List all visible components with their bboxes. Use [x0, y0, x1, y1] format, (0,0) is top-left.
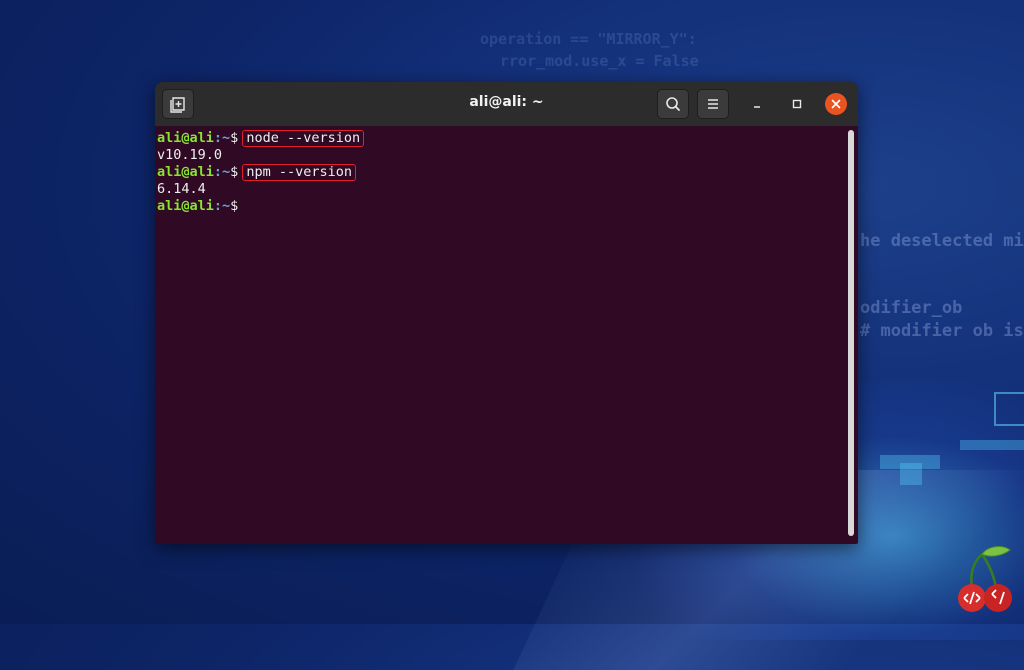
prompt-symbol: $	[230, 198, 239, 214]
prompt-user: ali@ali	[157, 198, 214, 214]
prompt-path: :~	[213, 130, 231, 146]
close-button[interactable]	[825, 93, 847, 115]
scrollbar[interactable]	[848, 130, 854, 536]
background-code-line: rror_mod.use_x = False	[500, 52, 699, 70]
background-code-line: operation == "MIRROR_Y":	[480, 30, 697, 48]
menu-button[interactable]	[697, 89, 729, 119]
cherry-code-logo	[958, 546, 1012, 612]
search-icon	[666, 97, 680, 111]
terminal-prompt-line: ali@ali:~$	[155, 198, 847, 215]
prompt-user: ali@ali	[157, 164, 214, 180]
maximize-icon	[792, 99, 802, 109]
background-code-line: he deselected mi	[860, 231, 1024, 251]
minimize-icon	[754, 106, 760, 108]
background-bar	[900, 463, 922, 485]
background-code-line: # modifier ob is	[860, 321, 1024, 341]
prompt-symbol: $	[230, 164, 239, 180]
prompt-path: :~	[213, 198, 231, 214]
maximize-button[interactable]	[786, 93, 808, 115]
prompt-symbol: $	[230, 130, 239, 146]
search-button[interactable]	[657, 89, 689, 119]
title-bar[interactable]: ali@ali: ~	[155, 82, 858, 126]
background-bar	[960, 440, 1024, 450]
prompt-user: ali@ali	[157, 130, 214, 146]
terminal-prompt-line: ali@ali:~$ node --version	[155, 130, 847, 147]
highlighted-command: npm --version	[242, 164, 356, 181]
minimize-button[interactable]	[746, 93, 768, 115]
terminal-window: ali@ali: ~ ali@ali:~$ node --version v10…	[155, 82, 858, 544]
hamburger-menu-icon	[708, 99, 718, 109]
terminal-output[interactable]: ali@ali:~$ node --version v10.19.0 ali@al…	[155, 126, 847, 544]
close-icon	[831, 99, 841, 109]
background-code-line: odifier_ob	[860, 298, 963, 318]
terminal-output-line: 6.14.4	[157, 181, 206, 197]
terminal-output-line: v10.19.0	[157, 147, 223, 163]
highlighted-command: node --version	[242, 130, 365, 147]
background-box	[994, 392, 1024, 426]
terminal-prompt-line: ali@ali:~$ npm --version	[155, 164, 847, 181]
prompt-path: :~	[213, 164, 231, 180]
